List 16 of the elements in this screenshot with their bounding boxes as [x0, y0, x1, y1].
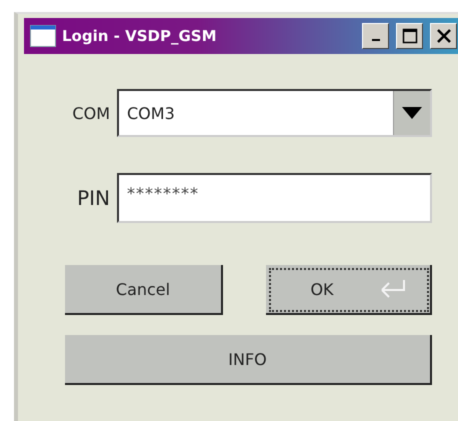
minimize-button[interactable]: [362, 23, 389, 49]
pin-field[interactable]: ********: [117, 173, 432, 223]
info-button[interactable]: INFO: [65, 335, 432, 385]
com-dropdown[interactable]: COM3: [117, 89, 432, 137]
window-title: Login - VSDP_GSM: [62, 27, 218, 45]
pin-label: PIN: [77, 186, 110, 210]
close-button[interactable]: [430, 23, 457, 49]
window-icon: [30, 25, 56, 47]
minimize-icon: [372, 39, 380, 41]
dropdown-arrow-icon: [402, 107, 422, 119]
com-label: COM: [72, 104, 110, 122]
close-icon: [436, 29, 450, 43]
cancel-button[interactable]: Cancel: [65, 265, 223, 315]
maximize-icon: [402, 28, 418, 44]
maximize-button[interactable]: [396, 23, 423, 49]
ok-button[interactable]: OK: [266, 265, 432, 315]
